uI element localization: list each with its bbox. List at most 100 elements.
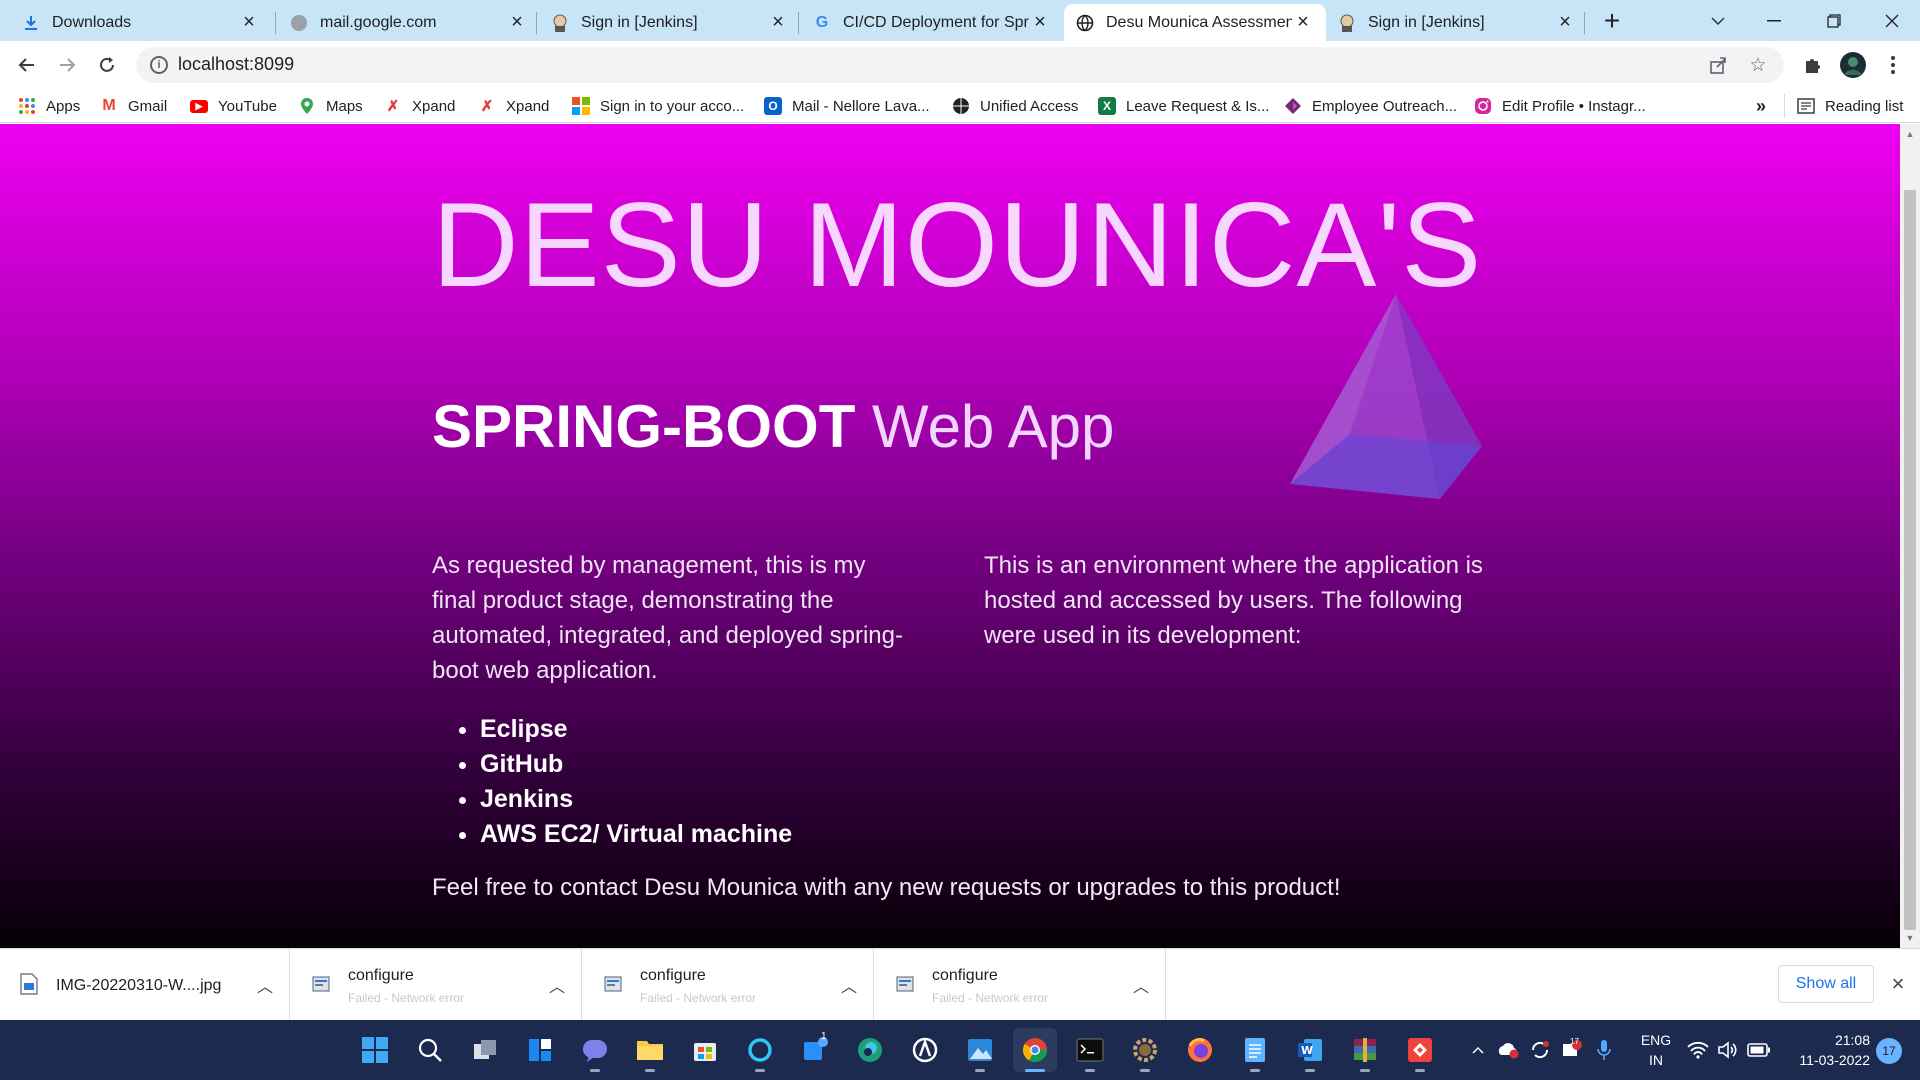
settings-app-button[interactable] bbox=[1123, 1028, 1167, 1072]
winrar-button[interactable] bbox=[1343, 1028, 1387, 1072]
scroll-up-icon[interactable]: ▲ bbox=[1904, 128, 1916, 140]
bookmark-star-icon[interactable]: ☆ bbox=[1746, 53, 1770, 77]
notification-badge[interactable]: 17 bbox=[1876, 1038, 1902, 1064]
edge-button[interactable] bbox=[848, 1028, 892, 1072]
scroll-thumb[interactable] bbox=[1904, 190, 1916, 930]
download-item[interactable]: configure Failed - Network error ︿ bbox=[876, 949, 1166, 1021]
list-item: GitHub bbox=[480, 747, 792, 782]
address-bar[interactable]: i localhost:8099 ☆ bbox=[136, 47, 1784, 83]
chrome-button[interactable] bbox=[1013, 1028, 1057, 1072]
site-info-icon[interactable]: i bbox=[150, 56, 168, 74]
new-tab-button[interactable]: + bbox=[1597, 5, 1627, 36]
reading-list-icon bbox=[1797, 97, 1815, 115]
firefox-icon bbox=[1188, 1038, 1212, 1062]
page-scrollbar[interactable]: ▲ ▼ bbox=[1900, 124, 1920, 948]
close-icon[interactable]: × bbox=[1292, 11, 1314, 34]
system-clock[interactable]: 21:08 11-03-2022 bbox=[1780, 1030, 1870, 1070]
bookmark-unified-access[interactable]: Unified Access bbox=[952, 94, 1078, 118]
volume-icon[interactable] bbox=[1714, 1032, 1742, 1068]
firefox-button[interactable] bbox=[1178, 1028, 1222, 1072]
outlook-icon: O bbox=[764, 97, 782, 115]
gear-icon bbox=[1133, 1038, 1157, 1062]
google-icon: G bbox=[815, 13, 829, 31]
forward-button[interactable] bbox=[50, 48, 84, 82]
tab-jenkins-2[interactable]: Sign in [Jenkins] × bbox=[1326, 4, 1588, 41]
file-explorer-button[interactable] bbox=[628, 1028, 672, 1072]
wifi-icon[interactable] bbox=[1684, 1032, 1712, 1068]
close-icon[interactable]: × bbox=[1885, 969, 1911, 999]
tray-badge-icon[interactable]: 17 bbox=[1558, 1032, 1586, 1068]
back-button[interactable] bbox=[10, 48, 44, 82]
bookmark-mail-nellore[interactable]: O Mail - Nellore Lava... bbox=[764, 94, 930, 118]
store-button[interactable] bbox=[683, 1028, 727, 1072]
close-icon[interactable]: × bbox=[1029, 11, 1051, 34]
show-all-button[interactable]: Show all bbox=[1778, 965, 1874, 1003]
bookmark-microsoft-signin[interactable]: Sign in to your acco... bbox=[572, 94, 744, 118]
close-icon[interactable]: × bbox=[238, 11, 260, 34]
search-button[interactable] bbox=[408, 1028, 452, 1072]
teams-chat-button[interactable] bbox=[573, 1028, 617, 1072]
photos-button[interactable] bbox=[958, 1028, 1002, 1072]
microphone-icon[interactable] bbox=[1592, 1032, 1616, 1068]
close-icon[interactable]: × bbox=[506, 11, 528, 34]
onedrive-error-icon[interactable] bbox=[1494, 1032, 1522, 1068]
extensions-puzzle-icon[interactable] bbox=[1796, 48, 1830, 82]
close-icon[interactable]: × bbox=[767, 11, 789, 34]
menu-kebab-icon[interactable] bbox=[1876, 48, 1910, 82]
search-icon bbox=[418, 1038, 442, 1062]
chat-icon bbox=[583, 1040, 607, 1062]
cortana-button[interactable] bbox=[738, 1028, 782, 1072]
notepad-button[interactable] bbox=[1233, 1028, 1277, 1072]
tray-badge: 17 bbox=[1570, 1037, 1579, 1046]
video-app-button[interactable]: 1 bbox=[793, 1028, 837, 1072]
bookmark-leave-request[interactable]: X Leave Request & Is... bbox=[1098, 94, 1269, 118]
anydesk-button[interactable] bbox=[1398, 1028, 1442, 1072]
bookmark-employee-outreach[interactable]: Employee Outreach... bbox=[1284, 94, 1457, 118]
tab-search-chevron-icon[interactable] bbox=[1690, 0, 1746, 41]
chevron-up-icon[interactable]: ︿ bbox=[1133, 973, 1149, 997]
running-indicator bbox=[1250, 1069, 1260, 1072]
reading-list-button[interactable]: Reading list bbox=[1784, 94, 1903, 118]
bookmark-xpand-2[interactable]: ✗ Xpand bbox=[478, 94, 550, 118]
page-viewport: DESU MOUNICA'S SPRING-BOOT Web App As re… bbox=[0, 124, 1900, 948]
bookmark-label: Employee Outreach... bbox=[1312, 97, 1458, 115]
battery-icon[interactable] bbox=[1744, 1032, 1774, 1068]
chevron-up-icon[interactable]: ︿ bbox=[549, 973, 565, 997]
bookmark-instagram[interactable]: Edit Profile • Instagr... bbox=[1474, 94, 1646, 118]
chevron-up-icon[interactable]: ︿ bbox=[257, 973, 273, 997]
task-view-button[interactable] bbox=[463, 1028, 507, 1072]
app-button[interactable] bbox=[903, 1028, 947, 1072]
share-icon[interactable] bbox=[1706, 53, 1730, 77]
bookmark-apps[interactable]: Apps bbox=[18, 94, 80, 118]
close-icon[interactable]: × bbox=[1554, 11, 1576, 34]
download-item[interactable]: IMG-20220310-W....jpg ︿ bbox=[0, 949, 290, 1021]
download-item[interactable]: configure Failed - Network error ︿ bbox=[584, 949, 874, 1021]
bookmarks-overflow-button[interactable]: » bbox=[1756, 94, 1766, 118]
widgets-button[interactable] bbox=[518, 1028, 562, 1072]
chevron-up-icon[interactable]: ︿ bbox=[841, 973, 857, 997]
tab-desu-mounica[interactable]: Desu Mounica Assessment × bbox=[1064, 4, 1326, 41]
bookmark-gmail[interactable]: M Gmail bbox=[100, 94, 167, 118]
profile-avatar[interactable] bbox=[1836, 48, 1870, 82]
scroll-down-icon[interactable]: ▼ bbox=[1904, 932, 1916, 944]
terminal-button[interactable] bbox=[1068, 1028, 1112, 1072]
download-item[interactable]: configure Failed - Network error ︿ bbox=[292, 949, 582, 1021]
show-hidden-icons-chevron-icon[interactable] bbox=[1466, 1032, 1490, 1068]
tab-jenkins-1[interactable]: Sign in [Jenkins] × bbox=[539, 4, 801, 41]
bookmark-youtube[interactable]: ▶ YouTube bbox=[190, 94, 277, 118]
language-indicator[interactable]: ENG IN bbox=[1636, 1030, 1676, 1070]
xpand-icon: ✗ bbox=[386, 98, 400, 115]
bookmark-maps[interactable]: Maps bbox=[298, 94, 363, 118]
bookmark-xpand-1[interactable]: ✗ Xpand bbox=[384, 94, 456, 118]
running-indicator bbox=[1305, 1069, 1315, 1072]
restore-button[interactable] bbox=[1806, 0, 1862, 41]
reload-button[interactable] bbox=[90, 48, 124, 82]
start-button[interactable] bbox=[353, 1028, 397, 1072]
word-button[interactable]: W bbox=[1288, 1028, 1332, 1072]
tab-cicd[interactable]: G CI/CD Deployment for Sprir × bbox=[801, 4, 1063, 41]
tab-downloads[interactable]: Downloads × bbox=[10, 4, 272, 41]
tab-mail[interactable]: mail.google.com × bbox=[278, 4, 540, 41]
sync-icon[interactable] bbox=[1526, 1032, 1554, 1068]
close-window-button[interactable] bbox=[1864, 0, 1920, 41]
minimize-button[interactable] bbox=[1746, 0, 1802, 41]
